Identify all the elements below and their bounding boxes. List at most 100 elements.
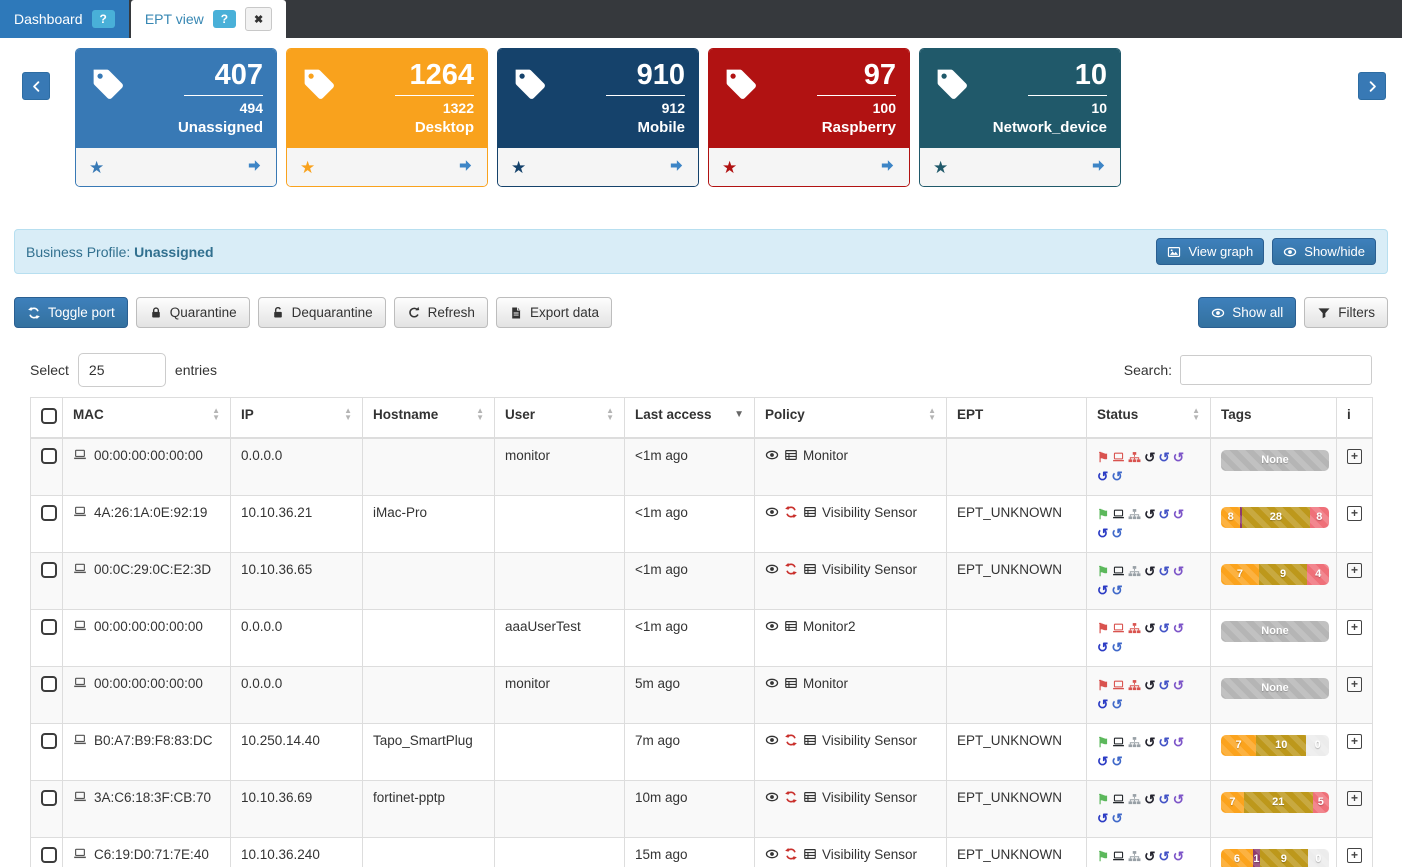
- mac-address[interactable]: 00:00:00:00:00:00: [94, 448, 203, 463]
- tags-bar[interactable]: 7215: [1221, 792, 1329, 813]
- flag-icon[interactable]: ⚑: [1097, 621, 1109, 636]
- mac-address[interactable]: 00:0C:29:0C:E2:3D: [94, 562, 211, 577]
- history-icon[interactable]: ↺: [1111, 754, 1122, 769]
- sort-icon[interactable]: ▲▼: [206, 408, 220, 422]
- history-icon[interactable]: ↺: [1144, 507, 1155, 522]
- row-checkbox[interactable]: [41, 847, 57, 863]
- history-icon[interactable]: ↺: [1173, 849, 1184, 864]
- row-checkbox[interactable]: [41, 676, 57, 692]
- history-icon[interactable]: ↺: [1111, 583, 1122, 598]
- sitemap-icon[interactable]: [1128, 451, 1141, 464]
- history-icon[interactable]: ↺: [1097, 583, 1108, 598]
- history-icon[interactable]: ↺: [1144, 621, 1155, 636]
- plus-square-icon[interactable]: +: [1347, 791, 1362, 806]
- entries-select[interactable]: [78, 353, 166, 387]
- flag-icon[interactable]: ⚑: [1097, 849, 1109, 864]
- card-go[interactable]: [879, 157, 896, 177]
- flag-icon[interactable]: ⚑: [1097, 507, 1109, 522]
- history-icon[interactable]: ↺: [1144, 849, 1155, 864]
- laptop-icon[interactable]: [1112, 508, 1125, 521]
- column-header-ip[interactable]: IP▲▼: [231, 398, 363, 438]
- history-icon[interactable]: ↺: [1173, 735, 1184, 750]
- history-icon[interactable]: ↺: [1173, 564, 1184, 579]
- sitemap-icon[interactable]: [1128, 622, 1141, 635]
- card-go[interactable]: [1090, 157, 1107, 177]
- history-icon[interactable]: ↺: [1158, 564, 1169, 579]
- history-icon[interactable]: ↺: [1158, 735, 1169, 750]
- export-data-button[interactable]: Export data: [496, 297, 612, 328]
- column-header-ept[interactable]: EPT: [947, 398, 1087, 438]
- history-icon[interactable]: ↺: [1158, 678, 1169, 693]
- history-icon[interactable]: ↺: [1173, 507, 1184, 522]
- sitemap-icon[interactable]: [1128, 565, 1141, 578]
- row-checkbox[interactable]: [41, 733, 57, 749]
- mac-address[interactable]: C6:19:D0:71:7E:40: [94, 847, 209, 862]
- sort-desc-icon[interactable]: ▼: [728, 411, 744, 420]
- flag-icon[interactable]: ⚑: [1097, 735, 1109, 750]
- tags-bar[interactable]: None: [1221, 450, 1329, 471]
- column-header-user[interactable]: User▲▼: [495, 398, 625, 438]
- sitemap-icon[interactable]: [1128, 736, 1141, 749]
- tags-bar[interactable]: None: [1221, 621, 1329, 642]
- star-icon[interactable]: ★: [89, 159, 104, 176]
- tags-bar[interactable]: 6190: [1221, 849, 1329, 867]
- history-icon[interactable]: ↺: [1144, 792, 1155, 807]
- sort-icon[interactable]: ▲▼: [1186, 408, 1200, 422]
- flag-icon[interactable]: ⚑: [1097, 450, 1109, 465]
- plus-square-icon[interactable]: +: [1347, 506, 1362, 521]
- tab-ept-view[interactable]: EPT view ? ✖: [131, 0, 286, 38]
- flag-icon[interactable]: ⚑: [1097, 678, 1109, 693]
- tags-bar[interactable]: 7100: [1221, 735, 1329, 756]
- row-checkbox[interactable]: [41, 790, 57, 806]
- column-header-i[interactable]: i: [1337, 398, 1373, 438]
- laptop-icon[interactable]: [1112, 622, 1125, 635]
- sort-icon[interactable]: ▲▼: [600, 408, 614, 422]
- history-icon[interactable]: ↺: [1111, 811, 1122, 826]
- column-header-last-access[interactable]: Last access▼: [625, 398, 755, 438]
- history-icon[interactable]: ↺: [1173, 621, 1184, 636]
- history-icon[interactable]: ↺: [1173, 450, 1184, 465]
- history-icon[interactable]: ↺: [1097, 811, 1108, 826]
- laptop-icon[interactable]: [1112, 565, 1125, 578]
- plus-square-icon[interactable]: +: [1347, 734, 1362, 749]
- card-go[interactable]: [668, 157, 685, 177]
- sitemap-icon[interactable]: [1128, 508, 1141, 521]
- plus-square-icon[interactable]: +: [1347, 677, 1362, 692]
- flag-icon[interactable]: ⚑: [1097, 792, 1109, 807]
- view-graph-button[interactable]: View graph: [1156, 238, 1264, 265]
- plus-square-icon[interactable]: +: [1347, 848, 1362, 863]
- column-header-policy[interactable]: Policy▲▼: [755, 398, 947, 438]
- help-badge[interactable]: ?: [92, 10, 115, 28]
- history-icon[interactable]: ↺: [1144, 564, 1155, 579]
- laptop-icon[interactable]: [1112, 736, 1125, 749]
- row-checkbox[interactable]: [41, 562, 57, 578]
- carousel-prev-button[interactable]: [22, 72, 50, 100]
- history-icon[interactable]: ↺: [1158, 621, 1169, 636]
- mac-address[interactable]: 00:00:00:00:00:00: [94, 676, 203, 691]
- mac-address[interactable]: B0:A7:B9:F8:83:DC: [94, 733, 213, 748]
- column-header-hostname[interactable]: Hostname▲▼: [363, 398, 495, 438]
- history-icon[interactable]: ↺: [1173, 792, 1184, 807]
- row-checkbox[interactable]: [41, 619, 57, 635]
- help-badge[interactable]: ?: [213, 10, 236, 28]
- profile-card-unassigned[interactable]: 407 494 Unassigned ★: [75, 48, 277, 187]
- history-icon[interactable]: ↺: [1144, 678, 1155, 693]
- column-header-status[interactable]: Status▲▼: [1087, 398, 1211, 438]
- history-icon[interactable]: ↺: [1097, 640, 1108, 655]
- card-go[interactable]: [246, 157, 263, 177]
- column-header-tags[interactable]: Tags: [1211, 398, 1337, 438]
- sort-icon[interactable]: ▲▼: [470, 408, 484, 422]
- flag-icon[interactable]: ⚑: [1097, 564, 1109, 579]
- mac-address[interactable]: 3A:C6:18:3F:CB:70: [94, 790, 211, 805]
- history-icon[interactable]: ↺: [1173, 678, 1184, 693]
- history-icon[interactable]: ↺: [1144, 735, 1155, 750]
- select-all-checkbox[interactable]: [41, 408, 57, 424]
- history-icon[interactable]: ↺: [1111, 526, 1122, 541]
- laptop-icon[interactable]: [1112, 793, 1125, 806]
- column-header-mac[interactable]: MAC▲▼: [63, 398, 231, 438]
- tags-bar[interactable]: 8288: [1221, 507, 1329, 528]
- tags-bar[interactable]: 794: [1221, 564, 1329, 585]
- row-checkbox[interactable]: [41, 448, 57, 464]
- history-icon[interactable]: ↺: [1111, 640, 1122, 655]
- history-icon[interactable]: ↺: [1097, 526, 1108, 541]
